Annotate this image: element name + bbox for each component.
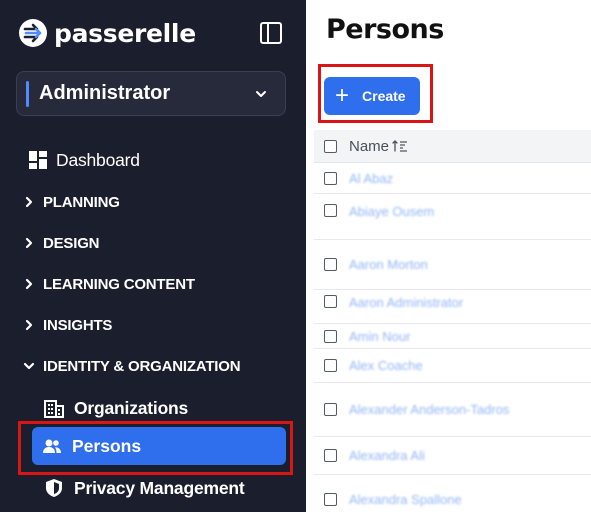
sidebar-item-label: PLANNING xyxy=(43,193,120,211)
sidebar-item-label: LEARNING CONTENT xyxy=(43,275,195,293)
sidebar-item-privacy-management[interactable]: Privacy Management xyxy=(0,476,306,500)
person-name-link[interactable]: Abiaye Ousem xyxy=(349,204,434,219)
building-icon xyxy=(44,400,64,418)
person-name-link[interactable]: Amin Nour xyxy=(349,329,410,344)
persons-highlight-box xyxy=(18,421,293,475)
row-checkbox[interactable] xyxy=(324,295,337,308)
sidebar-item-insights[interactable]: INSIGHTS xyxy=(0,315,306,335)
main-content: Persons + Create Name Al Abaz Abiaye Ous… xyxy=(306,0,591,512)
shield-icon xyxy=(46,479,62,497)
table-row[interactable]: Alexandra Ali xyxy=(314,437,591,475)
row-checkbox[interactable] xyxy=(324,204,337,217)
row-checkbox[interactable] xyxy=(324,449,337,462)
table-row[interactable]: Aaron Administrator xyxy=(314,290,591,324)
role-select[interactable]: Administrator xyxy=(16,71,286,116)
sidebar-item-dashboard[interactable]: Dashboard xyxy=(0,148,306,172)
chevron-right-icon xyxy=(25,319,33,331)
sidebar-item-identity-organization[interactable]: IDENTITY & ORGANIZATION xyxy=(0,356,306,376)
chevron-right-icon xyxy=(25,237,33,249)
role-label: Administrator xyxy=(39,82,171,104)
app-name: passerelle xyxy=(54,18,196,48)
sidebar-item-label: Organizations xyxy=(74,397,189,418)
table-header: Name xyxy=(314,130,591,163)
sidebar-item-label: Dashboard xyxy=(56,149,140,170)
name-column-header[interactable]: Name xyxy=(349,138,389,155)
table-row[interactable]: Amin Nour xyxy=(314,324,591,349)
row-checkbox[interactable] xyxy=(324,329,337,343)
table-row[interactable]: Abiaye Ousem xyxy=(314,194,591,240)
table-row[interactable]: Alexander Anderson-Tadros xyxy=(314,383,591,437)
table-row[interactable]: Alexandra Spallone xyxy=(314,475,591,512)
row-checkbox[interactable] xyxy=(324,258,337,271)
chevron-down-icon xyxy=(256,90,266,97)
person-name-link[interactable]: Alex Coache xyxy=(349,358,423,373)
row-checkbox[interactable] xyxy=(324,403,337,416)
sidebar-item-design[interactable]: DESIGN xyxy=(0,233,306,253)
person-name-link[interactable]: Aaron Administrator xyxy=(349,295,463,310)
sidebar-toggle-icon[interactable] xyxy=(259,21,283,45)
dashboard-icon xyxy=(29,151,47,169)
role-accent xyxy=(26,80,29,107)
sidebar-item-planning[interactable]: PLANNING xyxy=(0,192,306,212)
row-checkbox[interactable] xyxy=(324,172,337,185)
logo: passerelle xyxy=(18,16,196,50)
sort-ascending-icon[interactable] xyxy=(392,139,408,153)
person-name-link[interactable]: Alexandra Spallone xyxy=(349,492,462,507)
sidebar-item-label: INSIGHTS xyxy=(43,316,113,334)
row-checkbox[interactable] xyxy=(324,493,337,506)
chevron-right-icon xyxy=(25,278,33,290)
passerelle-logo-icon xyxy=(19,19,47,47)
sidebar-item-label: Privacy Management xyxy=(74,477,245,498)
sidebar-item-learning-content[interactable]: LEARNING CONTENT xyxy=(0,274,306,294)
chevron-down-icon xyxy=(23,362,35,370)
table-row[interactable]: Alex Coache xyxy=(314,349,591,383)
sidebar: passerelle Administrator Dashboard PLANN… xyxy=(0,0,306,512)
person-name-link[interactable]: Aaron Morton xyxy=(349,257,428,272)
person-name-link[interactable]: Alexandra Ali xyxy=(349,448,425,463)
person-name-link[interactable]: Alexander Anderson-Tadros xyxy=(349,402,509,417)
table-row[interactable]: Al Abaz xyxy=(314,164,591,194)
create-highlight-box xyxy=(318,64,433,123)
page-title: Persons xyxy=(326,14,444,45)
sidebar-item-label: DESIGN xyxy=(43,234,100,252)
table-row[interactable]: Aaron Morton xyxy=(314,240,591,290)
select-all-checkbox[interactable] xyxy=(324,139,337,153)
chevron-right-icon xyxy=(25,196,33,208)
person-name-link[interactable]: Al Abaz xyxy=(349,171,393,186)
sidebar-item-label: IDENTITY & ORGANIZATION xyxy=(43,357,241,375)
row-checkbox[interactable] xyxy=(324,359,337,372)
sidebar-item-organizations[interactable]: Organizations xyxy=(0,396,306,420)
